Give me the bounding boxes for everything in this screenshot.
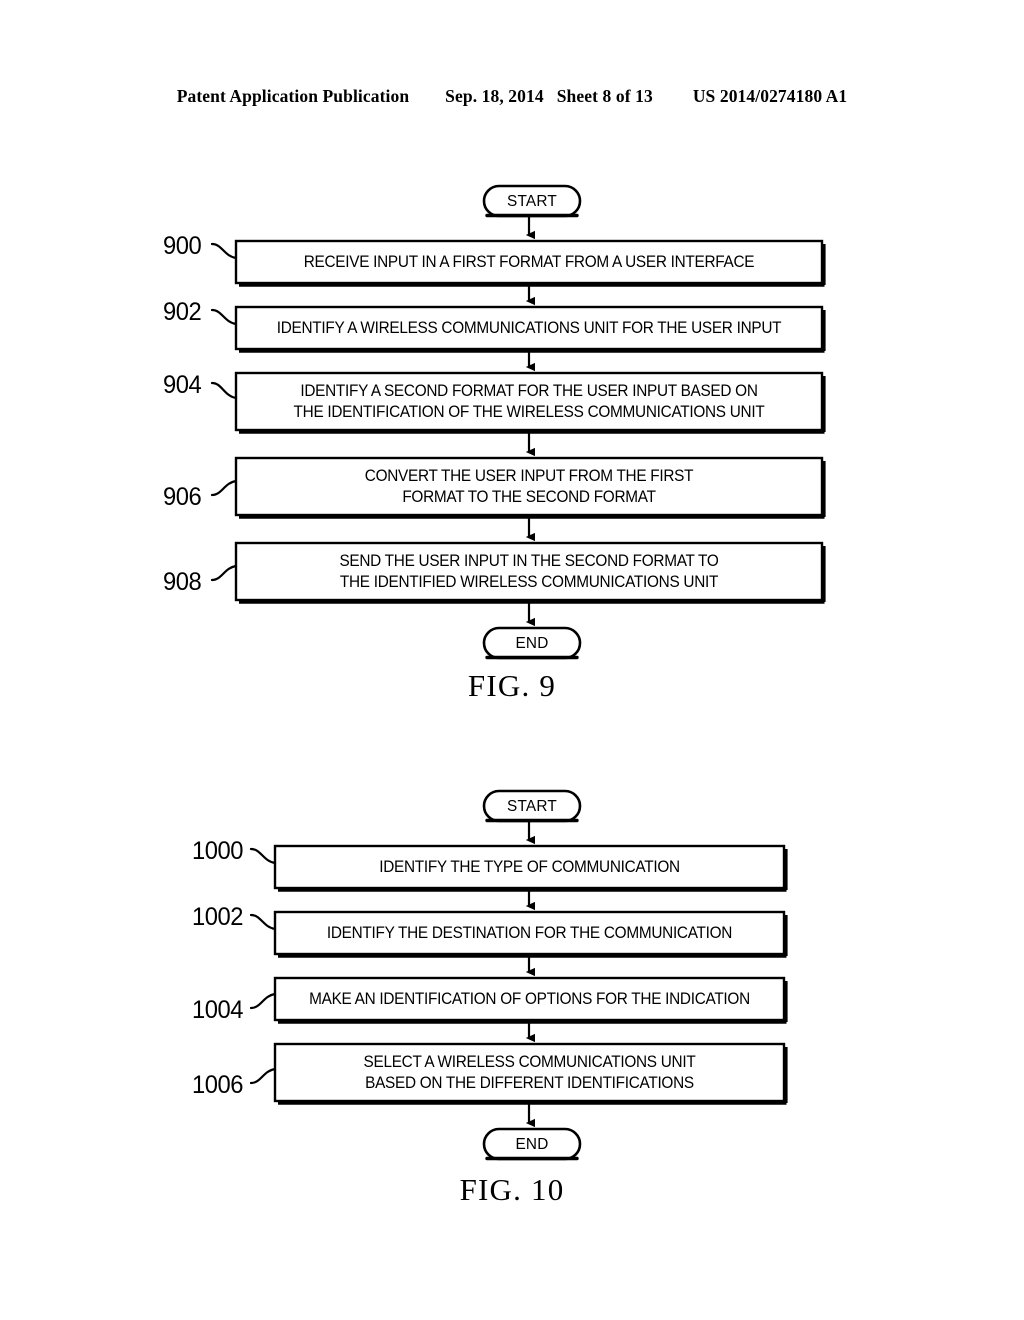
fig10-reference-leaders [249,847,277,1085]
header-sheet: Sheet 8 of 13 [556,86,653,106]
fig10-ref-1006: 1006 [192,1071,243,1099]
figure-9: START RECEIVE INPUT IN A FIRST FORMAT FR… [0,170,1024,715]
page-header: Patent Application Publication Sep. 18, … [0,86,1024,107]
fig9-ref-902: 902 [163,298,202,326]
fig9-ref-904: 904 [163,371,202,399]
fig10-ref-1000: 1000 [192,837,243,865]
figure-10: START IDENTIFY THE TYPE OF COMMUNICATION… [0,780,1024,1220]
fig9-ref-908: 908 [163,568,202,596]
figure-10-diagram [249,789,788,1161]
fig10-step-box-1002 [273,910,788,958]
fig10-step-box-1006 [273,1042,788,1105]
figure-9-diagram [210,184,826,660]
header-patent-number: US 2014/0274180 A1 [692,86,848,106]
fig10-end-terminator [482,1127,582,1161]
fig9-ref-906: 906 [163,483,202,511]
fig9-step-box-900 [234,239,826,287]
fig10-ref-1002: 1002 [192,903,243,931]
fig9-step-box-904 [234,371,826,434]
figure-10-caption: FIG. 10 [459,1172,565,1207]
fig10-step-box-1004 [273,976,788,1024]
fig9-end-terminator [482,626,582,660]
fig9-step-box-908 [234,541,826,604]
fig9-ref-900: 900 [163,232,202,260]
fig10-step-box-1000 [273,844,788,892]
fig9-start-terminator [482,184,582,218]
figure-9-caption: FIG. 9 [467,668,557,703]
header-publication: Patent Application Publication [176,86,410,106]
fig10-ref-1004: 1004 [192,996,243,1024]
header-date: Sep. 18, 2014 [445,86,544,106]
fig9-step-box-906 [234,456,826,519]
fig10-start-terminator [482,789,582,823]
fig9-step-box-902 [234,305,826,353]
fig9-reference-leaders [210,242,238,582]
